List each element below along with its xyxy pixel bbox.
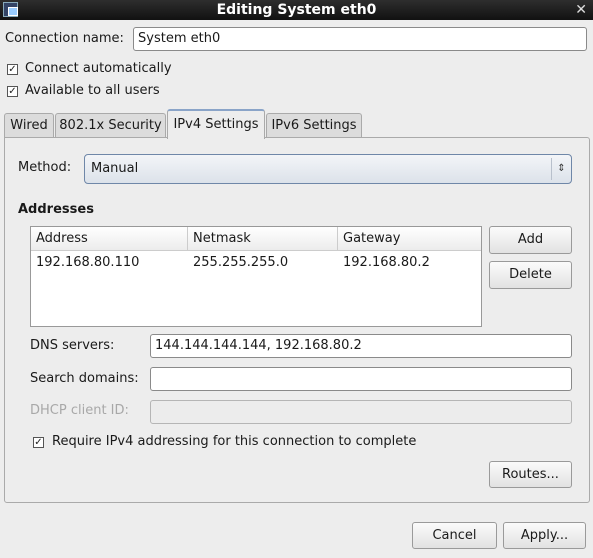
window-title: Editing System eth0: [216, 2, 377, 18]
connect-automatically-checkbox[interactable]: ✓: [7, 64, 18, 75]
connection-name-label: Connection name:: [5, 31, 124, 46]
address-cell[interactable]: 192.168.80.110: [31, 252, 139, 274]
connection-name-input[interactable]: System eth0: [133, 27, 587, 51]
tab-ipv6-settings[interactable]: IPv6 Settings: [266, 113, 362, 138]
title-bar: Editing System eth0: [0, 0, 593, 20]
up-down-arrows-icon: ⇕: [551, 158, 571, 180]
connect-automatically-label: Connect automatically: [25, 61, 172, 76]
delete-button[interactable]: Delete: [489, 261, 572, 289]
dns-servers-input[interactable]: 144.144.144.144, 192.168.80.2: [150, 334, 572, 358]
cancel-button[interactable]: Cancel: [412, 522, 497, 549]
addresses-heading: Addresses: [18, 202, 94, 217]
netmask-cell[interactable]: 255.255.255.0: [188, 252, 288, 274]
search-domains-input[interactable]: [150, 367, 572, 391]
gateway-cell[interactable]: 192.168.80.2: [338, 252, 430, 274]
method-select[interactable]: Manual ⇕: [84, 154, 572, 184]
tab-ipv4-settings[interactable]: IPv4 Settings: [167, 109, 265, 139]
require-ipv4-label: Require IPv4 addressing for this connect…: [52, 434, 417, 449]
column-header-address[interactable]: Address: [31, 227, 188, 251]
dhcp-client-id-label: DHCP client ID:: [30, 403, 129, 418]
routes-button[interactable]: Routes...: [489, 461, 572, 488]
available-all-users-checkbox[interactable]: ✓: [7, 86, 18, 97]
available-all-users-label: Available to all users: [25, 83, 160, 98]
addresses-table[interactable]: Address Netmask Gateway 192.168.80.110 2…: [30, 226, 482, 327]
network-window-icon: [3, 2, 18, 17]
dns-servers-label: DNS servers:: [30, 338, 115, 353]
add-button[interactable]: Add: [489, 226, 572, 254]
apply-button[interactable]: Apply...: [503, 522, 586, 549]
column-header-netmask[interactable]: Netmask: [188, 227, 338, 251]
search-domains-label: Search domains:: [30, 371, 139, 386]
method-value: Manual: [91, 161, 139, 176]
close-icon[interactable]: ✕: [575, 0, 587, 20]
column-header-gateway[interactable]: Gateway: [338, 227, 481, 251]
tab-wired[interactable]: Wired: [4, 113, 54, 138]
dhcp-client-id-input: [150, 400, 572, 424]
require-ipv4-checkbox[interactable]: ✓: [33, 437, 44, 448]
method-label: Method:: [18, 160, 72, 175]
tab-802-1x-security[interactable]: 802.1x Security: [55, 113, 166, 138]
